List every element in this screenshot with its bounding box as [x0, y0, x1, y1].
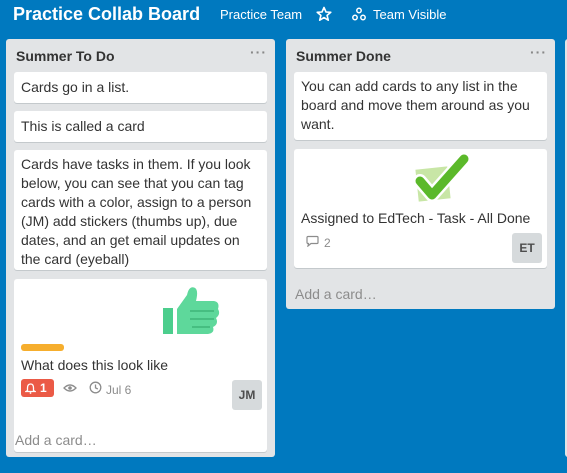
card[interactable]: You can add cards to any list in the boa… [294, 72, 547, 140]
card-text-line: below, you can see that you can tag [21, 175, 244, 191]
comment-count: 2 [324, 236, 331, 250]
due-date: Jul 6 [106, 383, 132, 397]
card-title: What does this look like [21, 357, 169, 373]
card-text-line: You can add cards to any list in the [301, 78, 518, 94]
card[interactable]: Cards have tasks in them. If you look be… [14, 150, 267, 270]
card[interactable]: This is called a card [14, 111, 267, 142]
bell-icon [25, 382, 36, 394]
notification-badge[interactable]: 1 [21, 379, 54, 397]
card-title: This is called a card [21, 118, 145, 134]
board-title[interactable]: Practice Collab Board [13, 4, 200, 25]
card-text-line: the card (eyeball) [21, 251, 130, 267]
list-summer-done: Summer Done ··· You can add cards to any… [286, 39, 555, 309]
board-header: Practice Collab Board Practice Team Team… [0, 0, 567, 32]
add-card-button[interactable]: Add a card… [15, 432, 97, 448]
thumbs-up-icon [159, 282, 224, 338]
card-title: You can add cards to any list in the boa… [301, 77, 530, 134]
list-title[interactable]: Summer To Do [16, 48, 115, 64]
avatar[interactable]: JM [232, 380, 262, 410]
clock-icon [89, 381, 102, 394]
card-title: Cards go in a list. [21, 79, 130, 95]
card-text-line: want. [301, 116, 335, 132]
comment-icon [306, 235, 319, 247]
card-text-line: Cards have tasks in them. If you look [21, 156, 251, 172]
visibility-label[interactable]: Team Visible [373, 7, 446, 22]
list-title[interactable]: Summer Done [296, 48, 391, 64]
card[interactable]: Assigned to EdTech - Task - All Done 2 E… [294, 149, 547, 268]
list-summer-to-do: Summer To Do ··· Cards go in a list. Thi… [6, 39, 275, 457]
card-text-line: cards with a color, assign to a person [21, 194, 252, 210]
card-text-line: (JM) add stickers (thumbs up), due [21, 213, 238, 229]
card-text-line: board and move them around as you [301, 97, 530, 113]
card-label-orange [21, 344, 64, 351]
card-text-line: dates, and an get email updates on [21, 232, 240, 248]
team-link[interactable]: Practice Team [220, 7, 302, 22]
list-menu-button[interactable]: ··· [250, 44, 267, 60]
card-title: Cards have tasks in them. If you look be… [21, 155, 251, 269]
avatar[interactable]: ET [512, 233, 542, 263]
star-icon[interactable] [316, 6, 332, 22]
eye-icon [63, 384, 77, 392]
notification-count: 1 [40, 380, 47, 395]
card[interactable]: What does this look like 1 Jul 6 JM [14, 279, 267, 452]
list-menu-button[interactable]: ··· [530, 44, 547, 60]
checkmark-icon [412, 152, 471, 205]
card-title: Assigned to EdTech - Task - All Done [301, 210, 531, 226]
add-card-button[interactable]: Add a card… [295, 286, 377, 302]
team-visibility-icon[interactable] [352, 7, 366, 21]
card[interactable]: Cards go in a list. [14, 72, 267, 103]
